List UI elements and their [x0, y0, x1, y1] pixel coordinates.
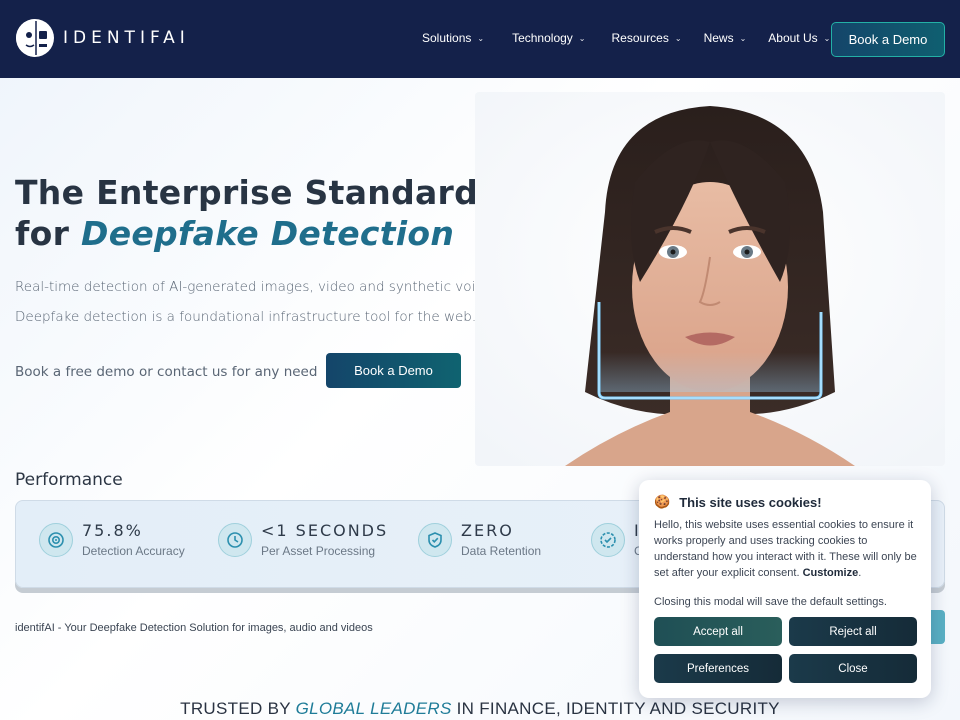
stat-detection-accuracy: 75.8% Detection Accuracy [39, 521, 185, 558]
nav-menu: Solutions ⌄ Technology ⌄ Resources ⌄ New… [422, 31, 830, 45]
hero-title-accent: Deepfake Detection [81, 214, 455, 253]
face-scan-illustration [475, 92, 945, 466]
accept-all-button[interactable]: Accept all [654, 617, 782, 646]
stat-label: Per Asset Processing [261, 544, 376, 558]
nav-item-label: Resources [611, 31, 669, 45]
nav-item-news[interactable]: News ⌄ [704, 31, 747, 45]
clock-icon [218, 522, 252, 557]
trusted-by-heading: TRUSTED BY GLOBAL LEADERS IN FINANCE, ID… [0, 699, 960, 719]
cookie-body-text: Hello, this website uses essential cooki… [654, 519, 917, 579]
cookie-consent-modal: 🍪 This site uses cookies! Hello, this we… [639, 480, 931, 698]
trusted-suffix: IN FINANCE, IDENTITY AND SECURITY [456, 699, 780, 718]
trusted-prefix: TRUSTED BY [180, 699, 291, 718]
cookie-title: 🍪 This site uses cookies! [654, 494, 822, 510]
cookie-body-period: . [858, 567, 862, 579]
stat-value: ZERO [461, 521, 514, 540]
target-icon [39, 522, 73, 557]
hero-book-demo-button[interactable]: Book a Demo [326, 353, 461, 388]
chevron-down-icon: ⌄ [739, 33, 747, 43]
stat-value: 75.8% [82, 521, 143, 540]
stat-label: Data Retention [461, 544, 542, 558]
chevron-down-icon: ⌄ [674, 33, 682, 43]
hero-title: The Enterprise Standard for Deepfake Det… [15, 172, 478, 254]
hero-portrait-image [475, 92, 945, 466]
badge-check-icon [591, 522, 625, 557]
chevron-down-icon: ⌄ [477, 33, 485, 43]
cookie-note: Closing this modal will save the default… [654, 596, 887, 608]
chevron-down-icon: ⌄ [578, 33, 586, 43]
hero-title-line2: for Deepfake Detection [15, 213, 478, 254]
reject-all-button[interactable]: Reject all [789, 617, 917, 646]
stat-fourth-partial: I C [591, 521, 643, 558]
close-button[interactable]: Close [789, 654, 917, 683]
cookie-body: Hello, this website uses essential cooki… [654, 517, 920, 581]
preferences-button[interactable]: Preferences [654, 654, 782, 683]
brand-logo[interactable]: IDENTIFAI [15, 18, 190, 58]
nav-item-label: News [703, 31, 734, 45]
hero-title-line1: The Enterprise Standard [15, 173, 479, 212]
hero-subtitle-2: Deepfake detection is a foundational inf… [15, 309, 477, 325]
stat-processing-time: <1 SECONDS Per Asset Processing [218, 521, 388, 558]
site-tagline: identifAI - Your Deepfake Detection Solu… [15, 622, 373, 634]
cookie-icon: 🍪 [654, 494, 671, 509]
trusted-accent: GLOBAL LEADERS [295, 699, 452, 718]
stat-value: <1 SECONDS [261, 521, 389, 540]
nav-item-label: Technology [512, 31, 573, 45]
hero-subtitle-1: Real-time detection of AI-generated imag… [15, 279, 496, 295]
nav-item-label: About Us [768, 31, 818, 45]
cookie-title-text: This site uses cookies! [679, 494, 822, 510]
stat-label: Detection Accuracy [82, 544, 185, 558]
nav-book-demo-button[interactable]: Book a Demo [831, 22, 945, 57]
hero-cta-text: Book a free demo or contact us for any n… [15, 364, 318, 380]
cookie-customize-link[interactable]: Customize [803, 567, 859, 579]
nav-item-technology[interactable]: Technology ⌄ [512, 31, 585, 45]
nav-item-solutions[interactable]: Solutions ⌄ [422, 31, 484, 45]
chevron-down-icon: ⌄ [823, 33, 831, 43]
shield-icon [418, 522, 452, 557]
hero-title-for: for [15, 214, 70, 253]
brand-name: IDENTIFAI [63, 28, 190, 48]
nav-item-about-us[interactable]: About Us ⌄ [768, 31, 830, 45]
top-nav: IDENTIFAI Solutions ⌄ Technology ⌄ Resou… [0, 0, 960, 78]
nav-item-resources[interactable]: Resources ⌄ [612, 31, 682, 45]
nav-item-label: Solutions [422, 31, 472, 45]
performance-heading: Performance [15, 470, 123, 490]
stat-data-retention: ZERO Data Retention [418, 521, 541, 558]
robot-face-logo-icon [16, 19, 54, 57]
